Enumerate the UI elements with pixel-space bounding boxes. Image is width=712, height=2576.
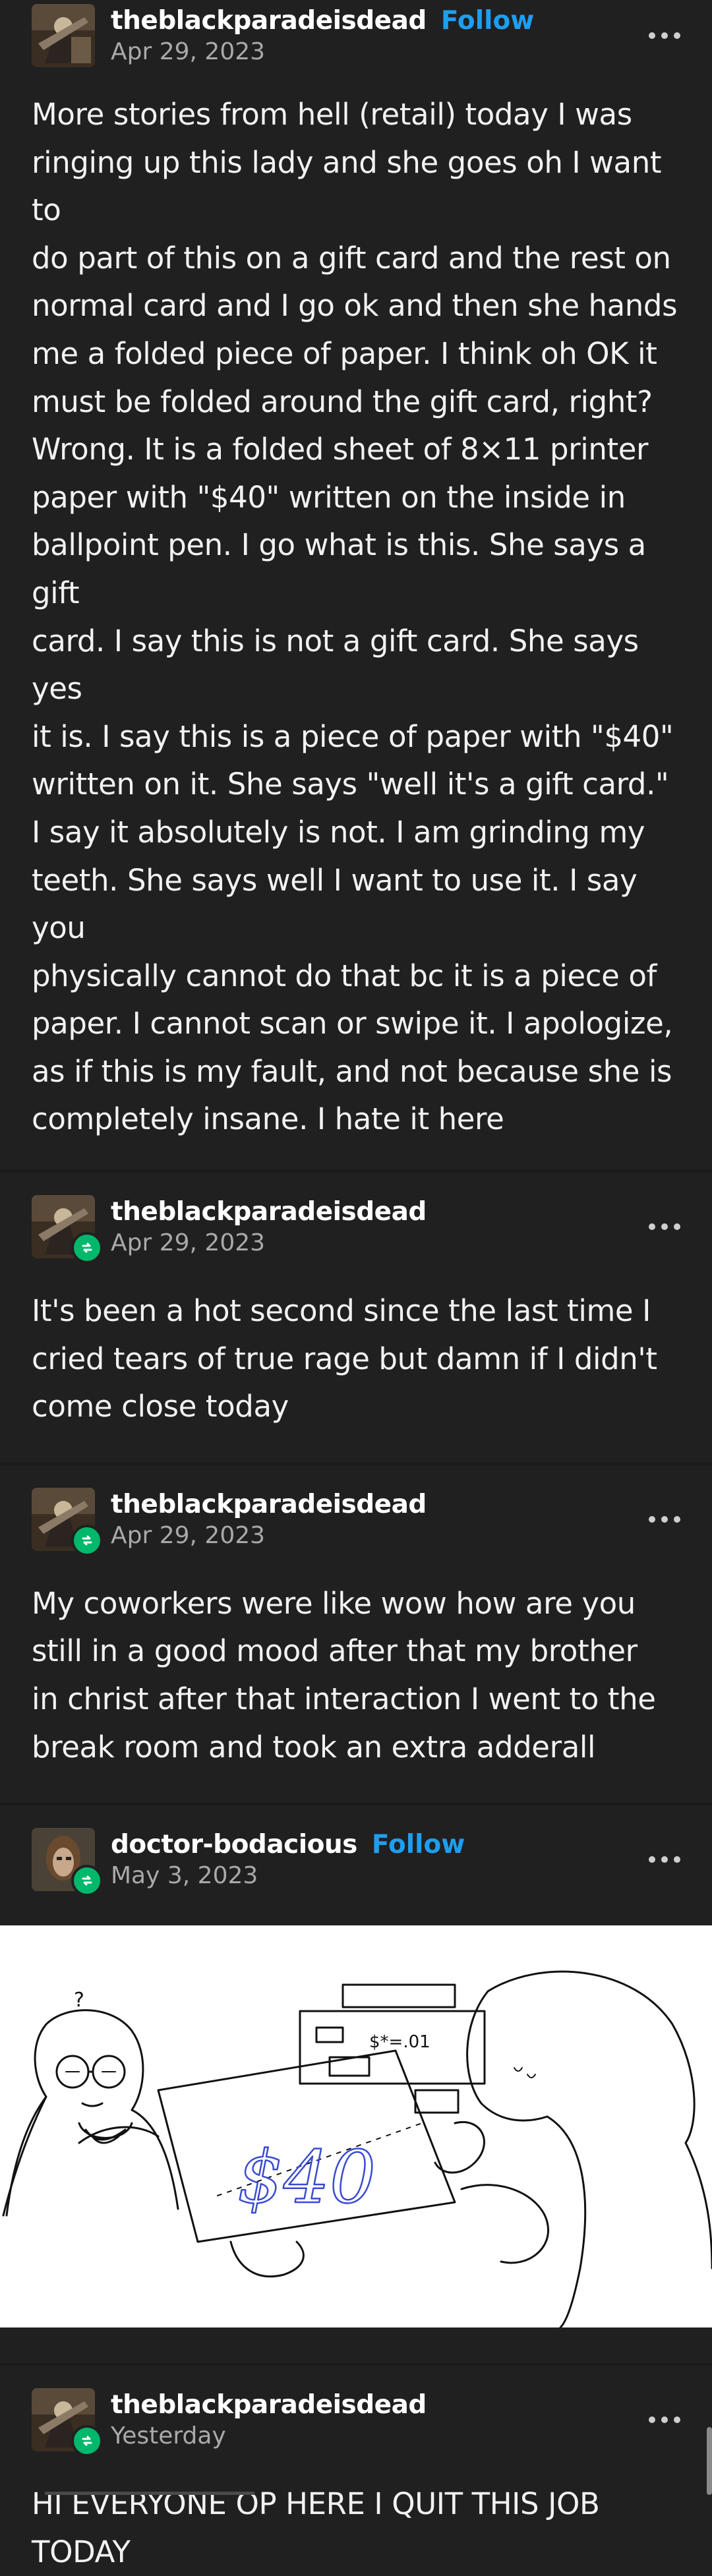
reblog-icon xyxy=(71,2425,103,2457)
username[interactable]: doctor-bodacious xyxy=(111,1830,357,1859)
reblog-icon xyxy=(71,1524,103,1556)
username[interactable]: theblackparadeisdead xyxy=(111,1197,427,1227)
avatar[interactable] xyxy=(32,1828,103,1897)
post-meta: theblackparadeisdead Apr 29, 2023 xyxy=(111,1197,427,1256)
post-text: More stories from hell (retail) today I … xyxy=(32,97,678,1137)
post-header: theblackparadeisdead Yesterday xyxy=(0,2386,712,2457)
follow-button[interactable]: Follow xyxy=(441,6,534,36)
post-date[interactable]: Yesterday xyxy=(111,2422,427,2449)
post-date[interactable]: May 3, 2023 xyxy=(111,1862,465,1889)
post-text: It's been a hot second since the last ti… xyxy=(32,1293,657,1424)
reblog-icon xyxy=(71,1865,103,1897)
reblog-entry: theblackparadeisdead Apr 29, 2023 It's b… xyxy=(0,1173,712,1463)
post-date[interactable]: Apr 29, 2023 xyxy=(111,1522,427,1549)
reblog-entry: theblackparadeisdead Yesterday HI EVERYO… xyxy=(0,2366,712,2576)
post-meta: theblackparadeisdead Follow Apr 29, 2023 xyxy=(111,6,534,65)
post-image-drawing[interactable]: ? $*=.01 $40 xyxy=(0,1925,712,2329)
divider xyxy=(45,2492,254,2495)
more-options-icon[interactable] xyxy=(649,1515,680,1523)
reblog-entry: doctor-bodacious Follow May 3, 2023 ? $*… xyxy=(0,1805,712,2329)
register-display-text: $*=.01 xyxy=(369,2032,430,2052)
post-header: theblackparadeisdead Apr 29, 2023 xyxy=(0,1485,712,1556)
reblog-icon xyxy=(71,1232,103,1264)
post-meta: doctor-bodacious Follow May 3, 2023 xyxy=(111,1830,465,1889)
question-mark-text: ? xyxy=(74,1989,84,2012)
more-options-icon[interactable] xyxy=(649,32,680,39)
avatar[interactable] xyxy=(32,4,95,67)
username[interactable]: theblackparadeisdead xyxy=(111,6,427,36)
reblog-entry: theblackparadeisdead Apr 29, 2023 My cow… xyxy=(0,1465,712,1803)
post-header: theblackparadeisdead Follow Apr 29, 2023 xyxy=(0,1,712,70)
post-meta: theblackparadeisdead Yesterday xyxy=(111,2390,427,2449)
post-date[interactable]: Apr 29, 2023 xyxy=(111,1229,427,1256)
post-date[interactable]: Apr 29, 2023 xyxy=(111,38,534,65)
avatar[interactable] xyxy=(32,1487,103,1556)
paper-amount-text: $40 xyxy=(237,2135,376,2219)
more-options-icon[interactable] xyxy=(649,1223,680,1231)
post-original: theblackparadeisdead Follow Apr 29, 2023… xyxy=(0,0,712,1170)
post-text: My coworkers were like wow how are you s… xyxy=(32,1585,656,1765)
username[interactable]: theblackparadeisdead xyxy=(111,2390,427,2420)
avatar[interactable] xyxy=(32,2388,103,2457)
post-meta: theblackparadeisdead Apr 29, 2023 xyxy=(111,1490,427,1549)
more-options-icon[interactable] xyxy=(649,1856,680,1863)
scrollbar-thumb[interactable] xyxy=(707,2427,712,2495)
avatar[interactable] xyxy=(32,1195,103,1264)
post-header: doctor-bodacious Follow May 3, 2023 xyxy=(0,1825,712,1897)
username[interactable]: theblackparadeisdead xyxy=(111,1490,427,1519)
post-header: theblackparadeisdead Apr 29, 2023 xyxy=(0,1192,712,1264)
more-options-icon[interactable] xyxy=(649,2416,680,2424)
follow-button[interactable]: Follow xyxy=(372,1830,465,1859)
